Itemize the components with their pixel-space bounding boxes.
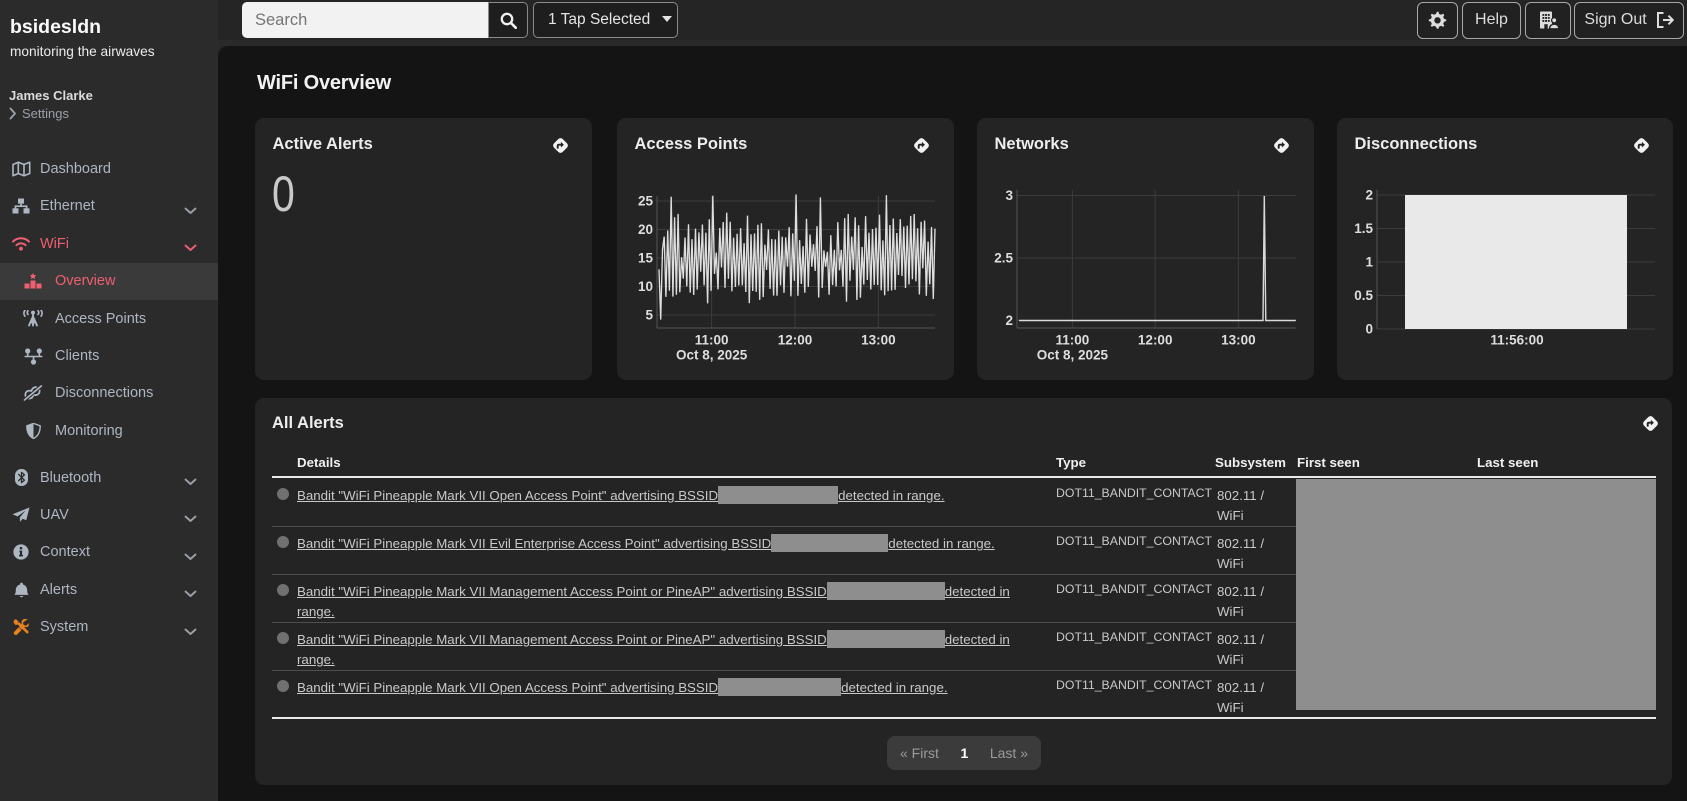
svg-text:Oct 8, 2025: Oct 8, 2025 <box>676 348 748 363</box>
svg-text:1: 1 <box>1365 255 1373 270</box>
svg-text:2: 2 <box>1365 188 1373 203</box>
svg-text:0.5: 0.5 <box>1354 288 1373 303</box>
svg-text:0: 0 <box>1365 322 1373 337</box>
svg-text:10: 10 <box>638 279 653 294</box>
svg-text:3: 3 <box>1005 188 1013 203</box>
svg-text:15: 15 <box>638 251 654 266</box>
svg-text:25: 25 <box>638 194 654 209</box>
svg-text:5: 5 <box>645 308 653 323</box>
svg-text:2.5: 2.5 <box>994 251 1013 266</box>
svg-text:11:00: 11:00 <box>695 333 729 348</box>
svg-text:12:00: 12:00 <box>1138 333 1173 348</box>
svg-text:2: 2 <box>1005 313 1013 328</box>
svg-text:20: 20 <box>638 222 653 237</box>
svg-text:11:00: 11:00 <box>1056 333 1090 348</box>
svg-text:13:00: 13:00 <box>1221 333 1256 348</box>
svg-text:12:00: 12:00 <box>778 333 813 348</box>
svg-text:11:56:00: 11:56:00 <box>1490 333 1543 348</box>
svg-text:13:00: 13:00 <box>861 333 896 348</box>
svg-text:1.5: 1.5 <box>1354 221 1373 236</box>
svg-text:Oct 8, 2025: Oct 8, 2025 <box>1037 348 1109 363</box>
